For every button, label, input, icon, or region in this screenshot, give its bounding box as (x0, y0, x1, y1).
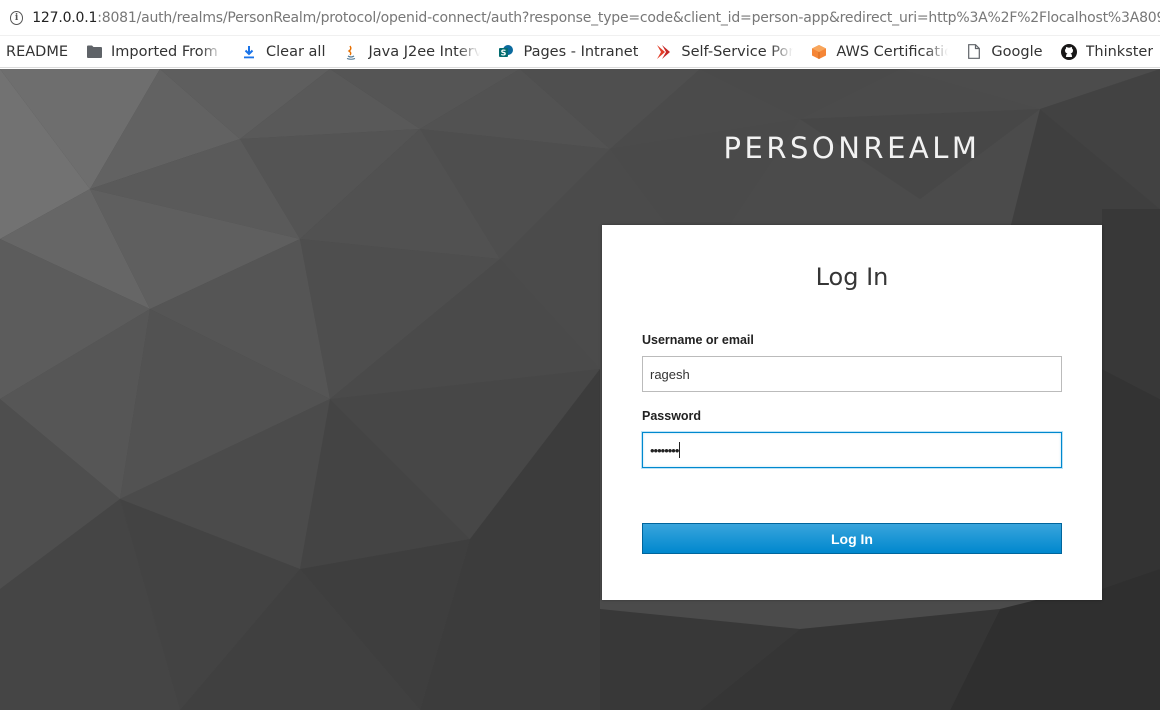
url-text[interactable]: 127.0.0.1:8081/auth/realms/PersonRealm/p… (32, 10, 1160, 26)
username-input[interactable]: ragesh (642, 356, 1062, 392)
password-label: Password (642, 409, 702, 423)
login-card: Log In Username or email ragesh Password… (602, 225, 1102, 600)
bookmark-label: README (6, 43, 68, 60)
sharepoint-icon: S (498, 44, 514, 60)
text-caret (679, 442, 681, 458)
info-icon[interactable]: i (10, 10, 24, 25)
bookmark-self-service-portal[interactable]: Self-Service Portal (656, 44, 793, 60)
bookmark-label: Clear all (266, 43, 326, 60)
bookmark-label: Google (991, 43, 1043, 60)
address-bar[interactable]: i 127.0.0.1:8081/auth/realms/PersonRealm… (0, 0, 1160, 36)
bookmark-label: Pages - Intranet (523, 43, 639, 60)
svg-text:S: S (501, 48, 507, 57)
realm-title: PERSONREALM (723, 131, 981, 165)
password-masked-value: •••••••• (650, 442, 679, 458)
login-title: Log In (815, 263, 889, 291)
java-icon (343, 44, 359, 60)
username-value: ragesh (650, 366, 690, 382)
login-button[interactable]: Log In (642, 523, 1062, 554)
aws-cube-icon (811, 44, 827, 60)
url-path: :8081/auth/realms/PersonRealm/protocol/o… (97, 9, 1160, 26)
username-label: Username or email (642, 333, 754, 347)
bookmark-clear-all[interactable]: Clear all (241, 44, 325, 60)
url-host: 127.0.0.1 (32, 9, 98, 26)
bookmark-pages-intranet[interactable]: S Pages - Intranet (498, 44, 638, 60)
login-page: PERSONREALM Log In Username or email rag… (0, 69, 1160, 710)
bookmark-label: Imported From IE (111, 43, 223, 60)
bookmark-aws-certification[interactable]: AWS Certification (811, 44, 948, 60)
bookmark-imported-from-ie[interactable]: Imported From IE (86, 44, 223, 60)
bookmark-java-j2ee[interactable]: Java J2ee Interview (343, 44, 480, 60)
password-input[interactable]: •••••••• (642, 432, 1062, 468)
bookmark-label: Self-Service Portal (681, 43, 794, 60)
download-icon (241, 44, 257, 60)
bookmark-google[interactable]: Google (966, 43, 1043, 60)
folder-icon (86, 44, 102, 60)
bookmark-label: AWS Certification (836, 43, 948, 60)
bookmark-thinkster[interactable]: Thinkster (1060, 43, 1154, 60)
bookmark-label: Thinkster (1085, 43, 1154, 60)
arrow-logo-icon (656, 44, 672, 60)
bookmark-label: Java J2ee Interview (368, 43, 480, 60)
github-icon (1060, 43, 1077, 60)
page-icon (966, 44, 982, 60)
bookmarks-bar: README Imported From IE Clear all Java J… (0, 36, 1160, 68)
bookmark-readme[interactable]: README (6, 44, 68, 60)
